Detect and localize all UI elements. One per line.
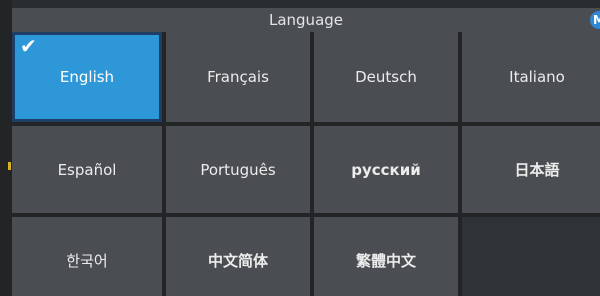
title-bar: Language M bbox=[12, 8, 600, 32]
language-label: 한국어 bbox=[66, 252, 108, 270]
language-option-japanese[interactable]: 日本語 bbox=[462, 126, 600, 213]
language-grid: ✔ English Français Deutsch Italiano Espa… bbox=[12, 32, 600, 296]
language-option-deutsch[interactable]: Deutsch bbox=[314, 32, 458, 122]
empty-grid-cell bbox=[462, 217, 600, 296]
language-option-russian[interactable]: русский bbox=[314, 126, 458, 213]
dialog-title: Language bbox=[268, 11, 344, 29]
language-option-italiano[interactable]: Italiano bbox=[462, 32, 600, 122]
language-option-portugues[interactable]: Português bbox=[166, 126, 310, 213]
language-option-francais[interactable]: Français bbox=[166, 32, 310, 122]
language-label: English bbox=[59, 68, 115, 86]
language-label: русский bbox=[351, 160, 421, 179]
language-label: 中文简体 bbox=[207, 252, 268, 270]
language-option-chinese-traditional[interactable]: 繁體中文 bbox=[314, 217, 458, 296]
left-edge-strip bbox=[0, 0, 12, 296]
edge-marker bbox=[8, 162, 11, 170]
language-label: Italiano bbox=[509, 68, 565, 86]
language-label: 日本語 bbox=[514, 161, 560, 179]
language-label: Português bbox=[200, 160, 276, 179]
language-screen: Language M ✔ English Français Deutsch It… bbox=[0, 0, 600, 296]
language-option-english[interactable]: ✔ English bbox=[12, 32, 162, 122]
language-label: Deutsch bbox=[355, 68, 417, 86]
mode-badge-icon[interactable]: M bbox=[590, 11, 600, 29]
language-label: Español bbox=[57, 160, 117, 179]
language-option-chinese-simplified[interactable]: 中文简体 bbox=[166, 217, 310, 296]
language-label: 繁體中文 bbox=[355, 252, 416, 270]
checkmark-icon: ✔ bbox=[20, 34, 37, 58]
language-option-korean[interactable]: 한국어 bbox=[12, 217, 162, 296]
language-label: Français bbox=[207, 68, 269, 86]
language-option-espanol[interactable]: Español bbox=[12, 126, 162, 213]
